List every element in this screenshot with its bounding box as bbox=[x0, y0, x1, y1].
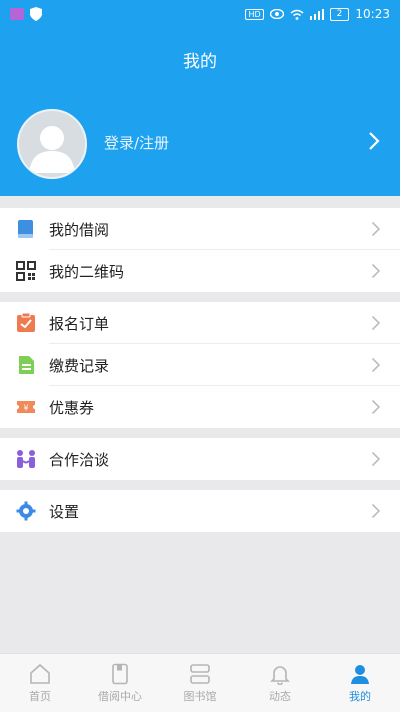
clipboard-check-icon bbox=[17, 313, 35, 332]
avatar[interactable] bbox=[17, 109, 87, 179]
chevron-right-icon bbox=[371, 399, 381, 415]
menu-group-cooperation: 合作洽谈 bbox=[0, 438, 400, 480]
menu-group-orders: 报名订单 缴费记录 ¥ 优惠券 bbox=[0, 302, 400, 428]
page-title: 我的 bbox=[183, 52, 217, 72]
chevron-right-icon bbox=[371, 503, 381, 519]
people-icon bbox=[17, 450, 35, 468]
status-bar: HD 2 10:23 bbox=[0, 0, 400, 28]
tab-library[interactable]: 图书馆 bbox=[160, 654, 240, 712]
menu-item-cooperation[interactable]: 合作洽谈 bbox=[0, 438, 400, 480]
document-icon bbox=[19, 356, 34, 374]
hd-icon: HD bbox=[245, 8, 264, 20]
menu-item-coupons[interactable]: ¥ 优惠券 bbox=[0, 386, 400, 428]
menu-item-label: 我的二维码 bbox=[49, 263, 125, 281]
tab-label: 借阅中心 bbox=[98, 690, 142, 703]
chevron-right-icon bbox=[371, 221, 381, 237]
menu-item-label: 我的借阅 bbox=[49, 221, 110, 239]
wifi-icon bbox=[290, 9, 304, 20]
battery-icon: 2 bbox=[329, 7, 350, 21]
menu-group-reading: 我的借阅 我的二维码 bbox=[0, 208, 400, 292]
menu-item-settings[interactable]: 设置 bbox=[0, 490, 400, 532]
tab-borrowing-center[interactable]: 借阅中心 bbox=[80, 654, 160, 712]
bottom-tab-bar: 首页 借阅中心 图书馆 动态 我的 bbox=[0, 653, 400, 712]
menu-item-my-borrowing[interactable]: 我的借阅 bbox=[0, 208, 400, 250]
avatar-placeholder-icon bbox=[29, 126, 75, 173]
eye-icon bbox=[269, 9, 284, 19]
menu-item-label: 合作洽谈 bbox=[49, 451, 110, 469]
chevron-right-icon bbox=[371, 315, 381, 331]
menu-item-label: 缴费记录 bbox=[49, 357, 110, 375]
profile-header: 我的 登录/注册 bbox=[0, 28, 400, 196]
book-outline-icon bbox=[112, 663, 128, 685]
book-icon bbox=[18, 220, 33, 238]
tab-label: 首页 bbox=[29, 690, 51, 703]
gear-icon bbox=[16, 501, 36, 521]
app-icon bbox=[10, 8, 24, 20]
chevron-right-icon bbox=[371, 357, 381, 373]
menu-group-settings: 设置 bbox=[0, 490, 400, 532]
svg-text:¥: ¥ bbox=[23, 404, 28, 413]
menu-item-label: 优惠券 bbox=[49, 399, 95, 417]
tab-label: 动态 bbox=[269, 690, 291, 703]
chevron-right-icon bbox=[371, 451, 381, 467]
status-time: 10:23 bbox=[355, 7, 390, 21]
tab-mine[interactable]: 我的 bbox=[320, 654, 400, 712]
home-icon bbox=[30, 663, 50, 684]
tab-label: 图书馆 bbox=[183, 690, 217, 703]
tab-home[interactable]: 首页 bbox=[0, 654, 80, 712]
chevron-right-icon[interactable] bbox=[368, 131, 380, 151]
menu-item-payment-records[interactable]: 缴费记录 bbox=[0, 344, 400, 386]
bell-icon bbox=[270, 666, 290, 685]
shield-icon bbox=[30, 7, 42, 21]
books-stack-icon bbox=[190, 664, 210, 684]
tab-label: 我的 bbox=[349, 690, 371, 703]
menu-item-label: 报名订单 bbox=[49, 315, 110, 333]
menu-item-label: 设置 bbox=[49, 503, 80, 521]
login-register-link[interactable]: 登录/注册 bbox=[104, 132, 169, 153]
coupon-icon: ¥ bbox=[17, 401, 35, 413]
menu-item-registration-orders[interactable]: 报名订单 bbox=[0, 302, 400, 344]
qrcode-icon bbox=[16, 261, 36, 281]
menu-item-my-qrcode[interactable]: 我的二维码 bbox=[0, 250, 400, 292]
signal-icon bbox=[309, 8, 324, 20]
user-icon bbox=[351, 665, 369, 684]
chevron-right-icon bbox=[371, 263, 381, 279]
tab-news[interactable]: 动态 bbox=[240, 654, 320, 712]
